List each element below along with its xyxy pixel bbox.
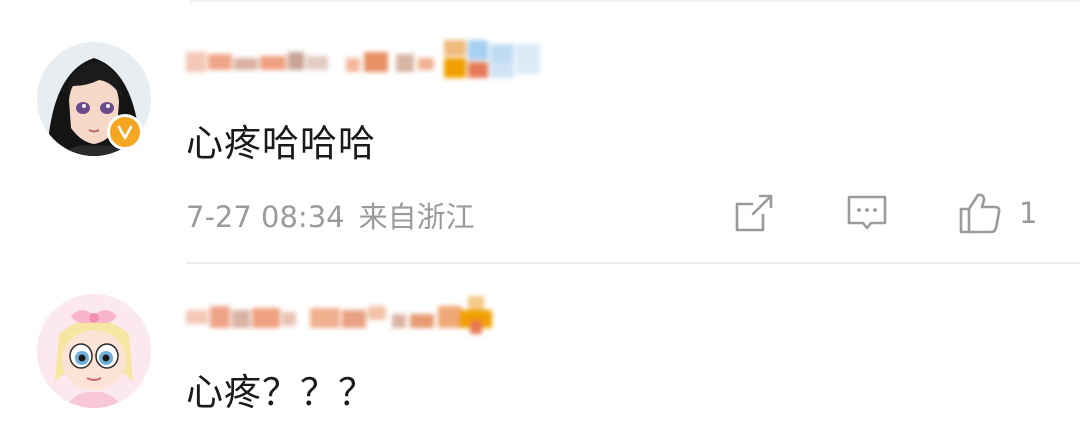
comment-icon [847,195,887,230]
username-obscured[interactable] [186,296,516,336]
comment-item: 心疼哈哈哈 7-27 08:34 来自浙江 1 [0,0,1080,264]
user-avatar[interactable] [37,294,151,408]
comment-location: 来自浙江 [358,200,475,234]
like-button[interactable]: 1 [957,188,1047,238]
comment-meta: 7-27 08:34 来自浙江 [186,194,475,236]
verified-badge-icon [107,114,143,150]
like-count: 1 [1019,196,1038,230]
comment-time: 7-27 08:34 [186,200,345,234]
comment-text: 心疼？？？ [186,371,376,414]
username-obscured[interactable] [186,40,541,80]
share-icon [735,194,773,232]
share-button[interactable] [733,188,777,238]
comment-item: 心疼？？？ [0,264,1080,442]
cartoon-girl-bow-avatar-icon [37,294,151,408]
comment-text: 心疼哈哈哈 [186,122,376,165]
reply-button[interactable] [846,188,890,238]
thumbs-up-icon [959,193,1001,234]
